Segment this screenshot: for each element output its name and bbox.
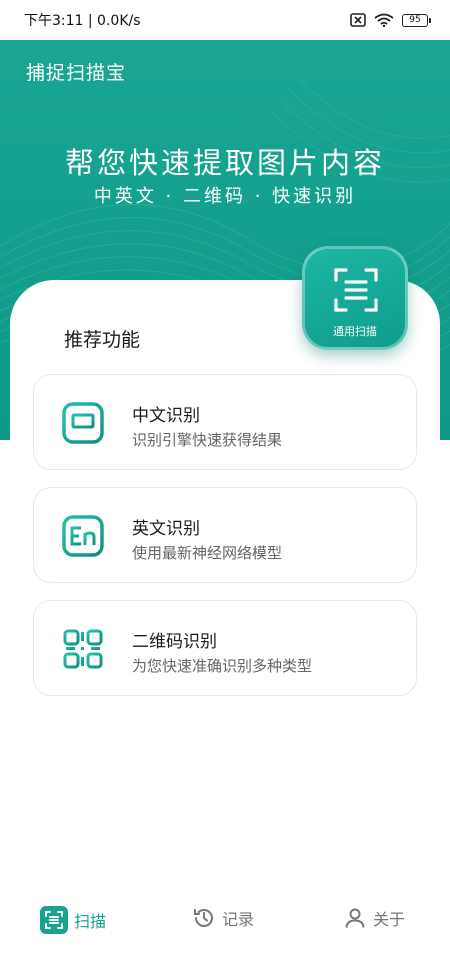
feature-card-english[interactable]: 英文识别 使用最新神经网络模型	[33, 487, 417, 583]
feature-subtitle: 为您快速准确识别多种类型	[132, 657, 313, 675]
feature-subtitle: 识别引擎快速获得结果	[132, 431, 283, 449]
tab-records-label: 记录	[222, 910, 255, 929]
feature-card-chinese[interactable]: 中文识别 识别引擎快速获得结果	[33, 374, 417, 470]
general-scan-button[interactable]: 通用扫描	[302, 246, 408, 350]
section-title: 推荐功能	[64, 329, 141, 351]
history-icon	[194, 909, 213, 927]
qr-code-icon	[63, 629, 103, 669]
feature-card-qrcode[interactable]: 二维码识别 为您快速准确识别多种类型	[33, 600, 417, 696]
feature-title: 英文识别	[132, 519, 200, 539]
general-scan-label: 通用扫描	[333, 325, 377, 338]
status-time-speed: 下午3:11 | 0.0K/s	[24, 13, 141, 29]
user-icon	[345, 908, 365, 928]
status-icons: 95	[350, 13, 431, 27]
english-en-icon	[62, 515, 104, 557]
feature-title: 二维码识别	[132, 632, 217, 652]
tab-scan-label: 扫描	[74, 912, 107, 931]
status-bar: 下午3:11 | 0.0K/s 95	[0, 0, 450, 40]
wifi-icon	[374, 13, 394, 27]
scan-frame-icon	[334, 268, 378, 312]
tab-records[interactable]: 记录	[192, 906, 254, 930]
content-panel	[10, 280, 440, 890]
chinese-char-icon	[62, 402, 104, 444]
feature-subtitle: 使用最新神经网络模型	[132, 544, 283, 562]
tab-about-label: 关于	[373, 910, 406, 929]
scan-icon	[40, 906, 68, 934]
hero-headline: 帮您快速提取图片内容	[64, 146, 385, 180]
tab-scan[interactable]: 扫描	[40, 906, 106, 934]
bottom-tab-bar: 扫描 记录 关于	[0, 890, 450, 954]
app-title: 捕捉扫描宝	[26, 62, 127, 84]
tab-about[interactable]: 关于	[343, 906, 405, 930]
feature-title: 中文识别	[132, 406, 200, 426]
sim-off-icon	[350, 13, 366, 27]
battery-indicator: 95	[402, 13, 431, 27]
hero-subline: 中英文 · 二维码 · 快速识别	[93, 186, 357, 207]
